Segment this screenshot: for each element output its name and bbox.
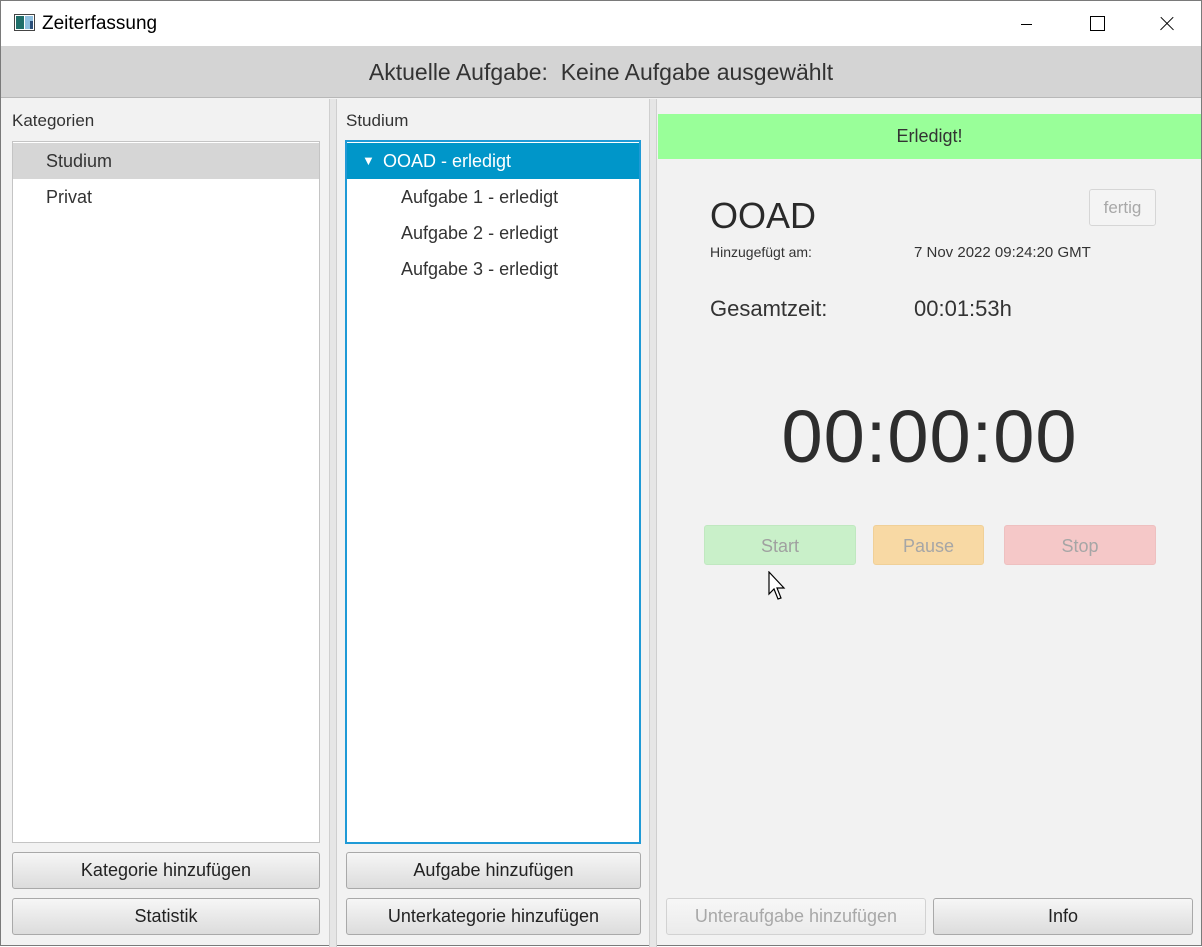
add-category-button[interactable]: Kategorie hinzufügen	[12, 852, 320, 889]
tasks-tree[interactable]: ▼ OOAD - erledigt Aufgabe 1 - erledigt A…	[345, 140, 641, 844]
current-task-value: Keine Aufgabe ausgewählt	[560, 59, 834, 85]
mouse-cursor-icon	[768, 571, 786, 600]
categories-panel: Kategorien Studium Privat Kategorie hinz…	[1, 99, 329, 947]
current-task-header: Aktuelle Aufgabe: Keine Aufgabe ausgewäh…	[1, 46, 1201, 98]
tree-item-aufgabe-1[interactable]: Aufgabe 1 - erledigt	[347, 179, 639, 215]
splitter-right[interactable]	[649, 99, 657, 947]
categories-heading: Kategorien	[12, 111, 95, 130]
category-item-studium[interactable]: Studium	[13, 143, 319, 179]
add-subtask-button[interactable]: Unteraufgabe hinzufügen	[666, 898, 926, 935]
expand-triangle-icon[interactable]: ▼	[362, 143, 375, 179]
tasks-panel: Studium ▼ OOAD - erledigt Aufgabe 1 - er…	[336, 99, 649, 947]
tree-item-ooad[interactable]: ▼ OOAD - erledigt	[347, 143, 639, 179]
close-icon[interactable]	[1131, 1, 1201, 46]
minimize-icon[interactable]	[991, 1, 1061, 46]
tree-item-label: OOAD - erledigt	[383, 151, 512, 171]
task-title: OOAD	[710, 195, 817, 236]
status-banner: Erledigt!	[658, 114, 1201, 159]
timer-display: 00:00:00	[781, 395, 1078, 478]
info-button[interactable]: Info	[933, 898, 1193, 935]
total-time-label: Gesamtzeit:	[710, 296, 828, 321]
start-button[interactable]: Start	[704, 525, 856, 565]
task-detail-panel: Erledigt! OOAD fertig Hinzugefügt am: 7 …	[658, 99, 1201, 947]
tasks-heading: Studium	[346, 111, 409, 130]
app-icon	[14, 14, 35, 31]
app-window: Zeiterfassung Aktuelle Aufgabe: Keine Au…	[0, 0, 1202, 947]
add-task-button[interactable]: Aufgabe hinzufügen	[346, 852, 641, 889]
add-subcategory-button[interactable]: Unterkategorie hinzufügen	[346, 898, 641, 935]
current-task-label: Aktuelle Aufgabe:	[368, 59, 548, 85]
added-date-value: 7 Nov 2022 09:24:20 GMT	[914, 244, 1091, 261]
category-item-privat[interactable]: Privat	[13, 179, 319, 215]
tree-item-aufgabe-3[interactable]: Aufgabe 3 - erledigt	[347, 251, 639, 287]
stop-button[interactable]: Stop	[1004, 525, 1156, 565]
maximize-icon[interactable]	[1061, 1, 1131, 46]
window-title: Zeiterfassung	[42, 13, 158, 34]
done-button[interactable]: fertig	[1089, 189, 1156, 226]
pause-button[interactable]: Pause	[873, 525, 984, 565]
tree-item-aufgabe-2[interactable]: Aufgabe 2 - erledigt	[347, 215, 639, 251]
statistics-button[interactable]: Statistik	[12, 898, 320, 935]
added-date-label: Hinzugefügt am:	[710, 244, 812, 260]
title-bar: Zeiterfassung	[1, 1, 1201, 46]
total-time-value: 00:01:53h	[914, 296, 1012, 321]
categories-list[interactable]: Studium Privat	[12, 141, 320, 843]
